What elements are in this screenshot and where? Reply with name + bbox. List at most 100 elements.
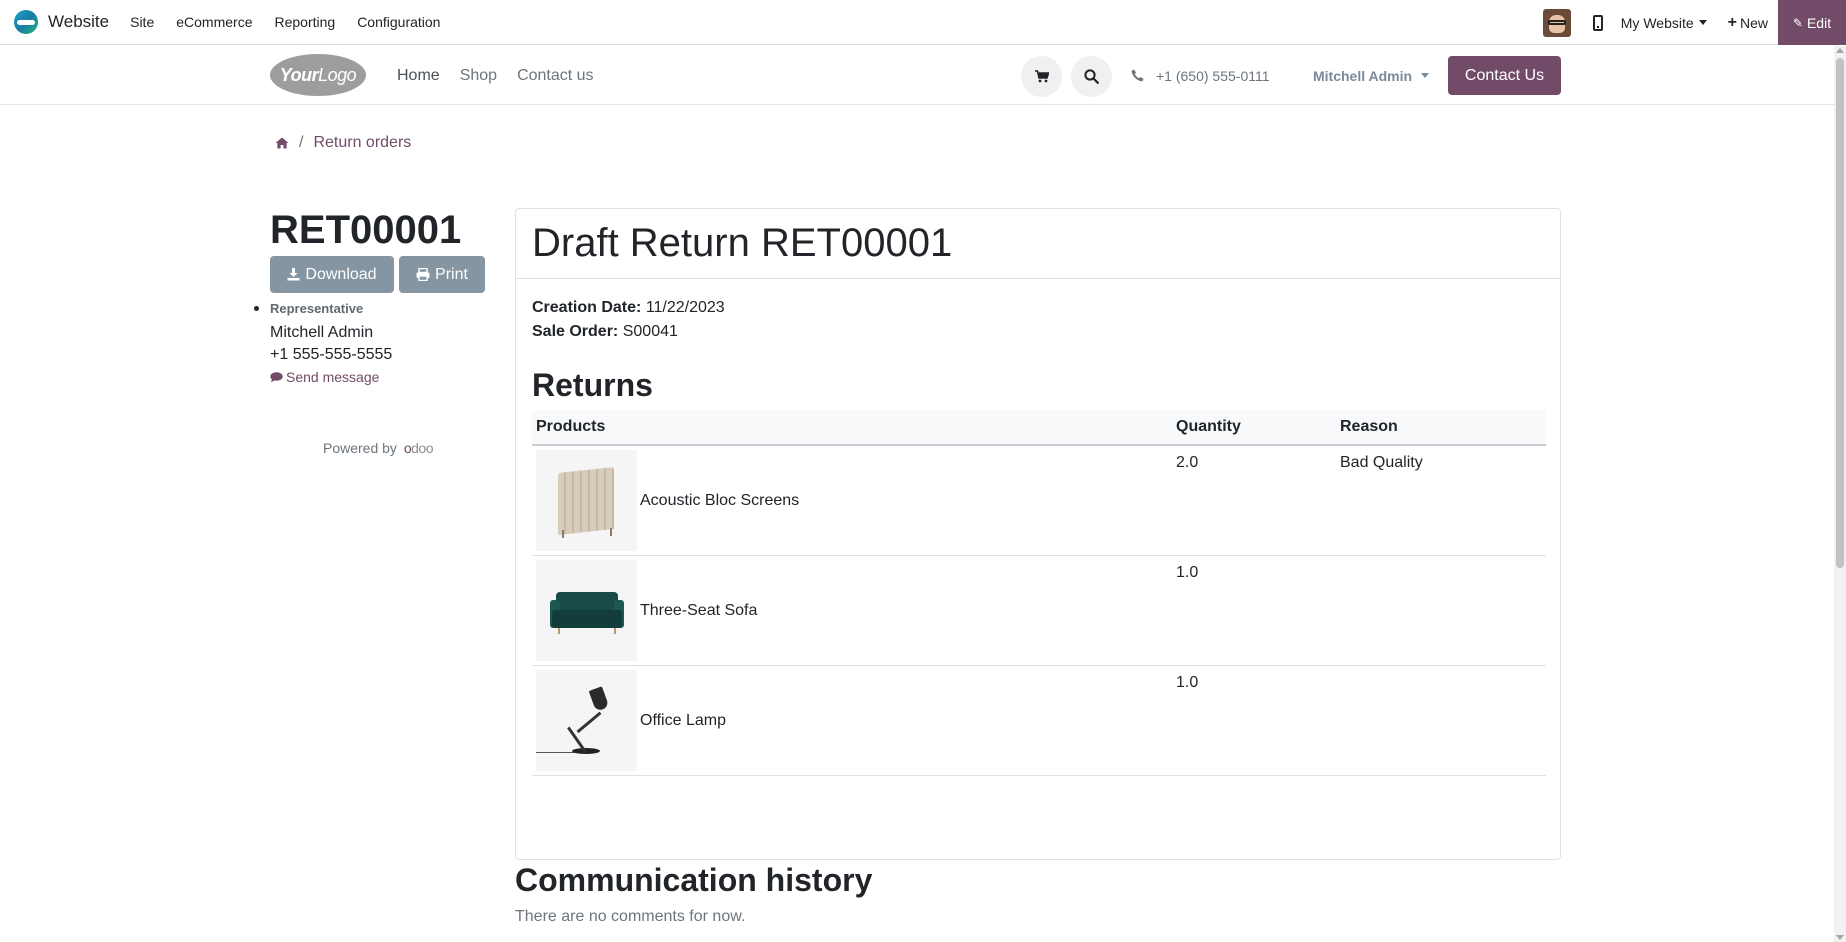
screens-panel [558, 467, 614, 535]
table-row: Three-Seat Sofa 1.0 [532, 555, 1546, 666]
print-label: Print [435, 265, 468, 283]
logo-text: Logo [318, 64, 357, 85]
odoo-logo-accent: o [403, 440, 412, 456]
print-button[interactable]: Print [399, 256, 485, 293]
product-image [536, 450, 637, 551]
chevron-down-icon [1698, 20, 1707, 25]
scroll-down-arrow-icon[interactable] [1836, 935, 1844, 940]
app-brand[interactable]: Website [14, 0, 109, 44]
logo-text-bold: Your [279, 64, 319, 85]
menu-item-ecommerce[interactable]: eCommerce [165, 0, 263, 45]
product-info: Three-Seat Sofa [536, 560, 1168, 661]
representative-name: Mitchell Admin [270, 324, 374, 341]
nav-link-home[interactable]: Home [397, 67, 440, 85]
user-avatar[interactable] [1542, 8, 1571, 37]
contact-us-button[interactable]: Contact Us [1448, 56, 1561, 95]
creation-date-label: Creation Date: [532, 299, 642, 316]
site-logo[interactable]: Your Logo [270, 54, 366, 96]
chevron-down-icon [1421, 73, 1430, 78]
product-name: Office Lamp [640, 711, 726, 729]
app-name: Website [48, 12, 110, 31]
product-cell: Acoustic Bloc Screens [532, 445, 1172, 556]
sofa-seat [552, 610, 622, 628]
column-quantity: Quantity [1172, 410, 1336, 446]
new-button[interactable]: + New [1728, 14, 1768, 32]
creation-date-line: Creation Date: 11/22/2023 [532, 296, 1544, 320]
header-phone[interactable]: +1 (650) 555-0111 [1131, 46, 1270, 105]
representative-title: Representative [270, 301, 364, 316]
card-header: Draft Return RET00001 [516, 209, 1560, 279]
reason-cell [1336, 665, 1546, 776]
backend-navbar: Website Site eCommerce Reporting Configu… [0, 0, 1846, 45]
sale-order-line: Sale Order: S00041 [532, 320, 1544, 344]
download-label: Download [305, 265, 377, 283]
cart-icon [1034, 70, 1049, 83]
sale-order-label: Sale Order: [532, 323, 619, 340]
scroll-up-arrow-icon[interactable] [1836, 48, 1844, 53]
scrollbar-thumb[interactable] [1836, 58, 1844, 568]
action-buttons: Download Print [270, 256, 486, 293]
card-body: Creation Date: 11/22/2023 Sale Order: S0… [516, 279, 1560, 776]
edit-label: Edit [1806, 14, 1832, 31]
phone-icon [1131, 69, 1144, 82]
product-image [536, 670, 637, 771]
user-dropdown[interactable]: Mitchell Admin [1313, 46, 1430, 105]
creation-date-value: 11/22/2023 [645, 299, 725, 316]
backend-navbar-right: My Website + New ✎ Edit [1542, 0, 1846, 45]
quantity-cell: 2.0 [1172, 445, 1336, 556]
quantity-cell: 1.0 [1172, 555, 1336, 666]
mobile-preview-icon[interactable] [1592, 14, 1603, 31]
backend-menu: Site eCommerce Reporting Configuration [119, 0, 451, 45]
screens-leg [610, 528, 612, 536]
send-message-label: Send message [286, 369, 380, 385]
lamp-cord [536, 752, 576, 753]
return-title: Draft Return RET00001 [532, 221, 953, 265]
product-info: Acoustic Bloc Screens [536, 450, 1168, 551]
product-cell: Three-Seat Sofa [532, 555, 1172, 666]
home-icon[interactable] [275, 137, 289, 149]
column-reason: Reason [1336, 410, 1546, 446]
menu-item-reporting[interactable]: Reporting [263, 0, 346, 45]
send-message-link[interactable]: Send message [270, 369, 486, 385]
website-selector-label: My Website [1620, 14, 1694, 31]
reason-cell: Bad Quality [1336, 445, 1546, 556]
representative-block: Representative Mitchell Admin +1 555-555… [254, 301, 486, 385]
representative-phone: +1 555-555-5555 [270, 346, 393, 363]
cart-button[interactable] [1021, 56, 1062, 97]
page-scrollbar[interactable] [1834, 46, 1846, 942]
product-name: Acoustic Bloc Screens [640, 491, 800, 509]
download-button[interactable]: Download [270, 256, 394, 293]
no-comments-text: There are no comments for now. [515, 908, 746, 925]
table-row: Acoustic Bloc Screens 2.0 Bad Quality [532, 445, 1546, 556]
quantity-cell: 1.0 [1172, 665, 1336, 776]
plus-icon: + [1727, 13, 1737, 31]
breadcrumb-return-orders[interactable]: Return orders [313, 134, 411, 152]
table-header-row: Products Quantity Reason [532, 410, 1546, 446]
sofa-leg [558, 628, 560, 634]
list-bullet [254, 306, 259, 311]
sofa-leg [614, 628, 616, 634]
return-reference: RET00001 [270, 208, 462, 252]
odoo-logo[interactable]: odoo [403, 440, 434, 456]
edit-button[interactable]: ✎ Edit [1778, 0, 1846, 45]
nav-link-contact[interactable]: Contact us [517, 67, 593, 85]
powered-by-label: Powered by [323, 440, 397, 456]
search-icon [1084, 69, 1099, 84]
avatar-glasses [1547, 19, 1566, 25]
site-nav: Home Shop Contact us [386, 46, 603, 105]
comment-icon [270, 371, 283, 382]
column-products: Products [532, 410, 1172, 446]
user-name: Mitchell Admin [1313, 67, 1413, 84]
product-image [536, 560, 637, 661]
returns-table: Products Quantity Reason Acoustic Bloc S… [532, 410, 1546, 776]
search-button[interactable] [1071, 56, 1112, 97]
nav-link-shop[interactable]: Shop [460, 67, 497, 85]
menu-item-configuration[interactable]: Configuration [346, 0, 451, 45]
menu-item-site[interactable]: Site [119, 0, 165, 45]
website-header: Your Logo Home Shop Contact us +1 (650) 5… [0, 46, 1834, 105]
powered-by: Powered by odoo [270, 440, 486, 456]
website-selector[interactable]: My Website [1621, 15, 1707, 31]
pencil-icon: ✎ [1792, 15, 1803, 30]
product-name: Three-Seat Sofa [640, 601, 758, 619]
new-label: New [1739, 14, 1768, 31]
